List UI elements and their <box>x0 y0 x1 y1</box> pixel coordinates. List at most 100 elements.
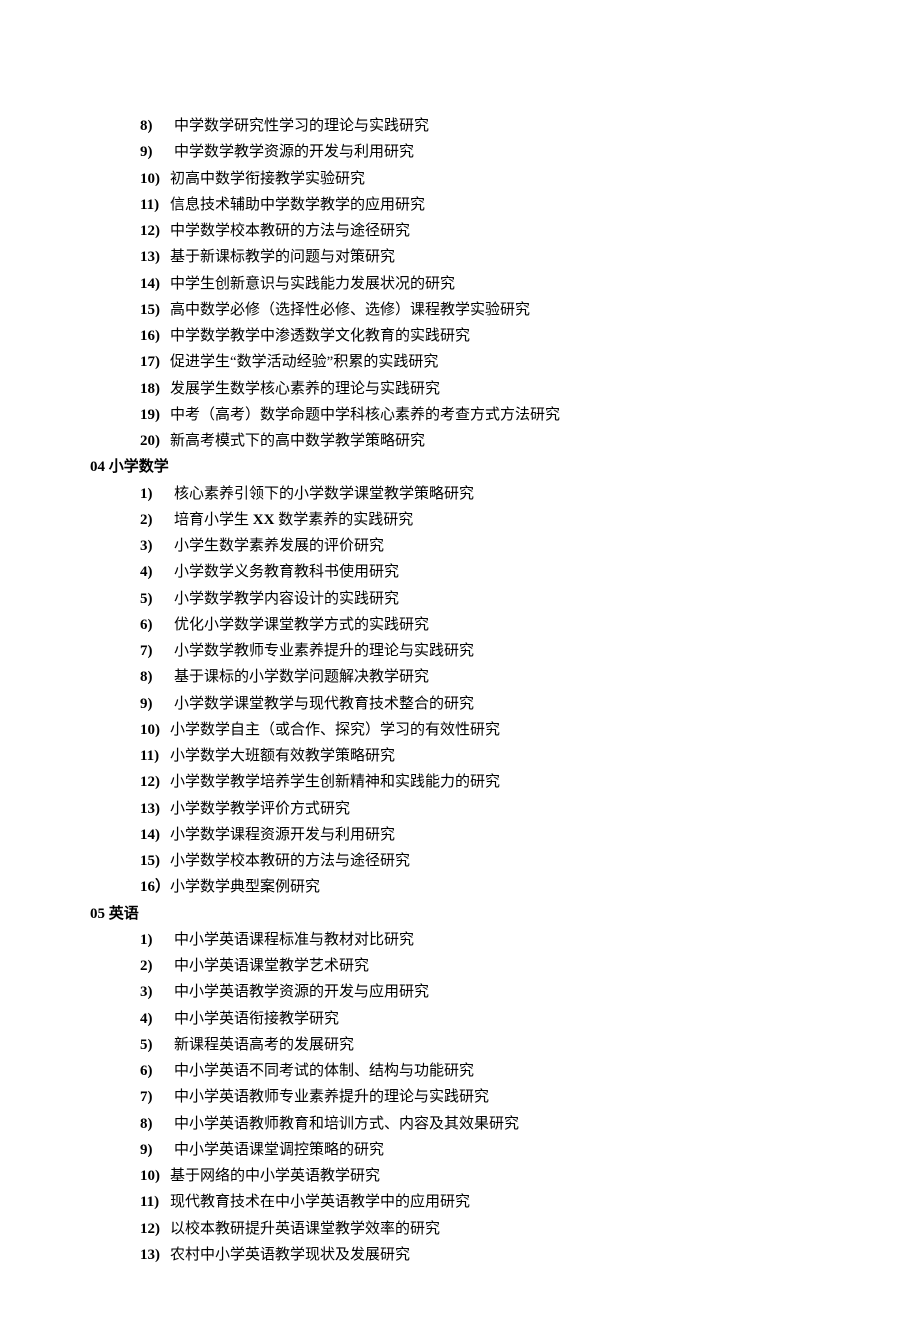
list-item: 14)中学生创新意识与实践能力发展状况的研究 <box>140 271 830 297</box>
list-item: 4)中小学英语衔接教学研究 <box>140 1006 830 1032</box>
list-item: 11)现代教育技术在中小学英语教学中的应用研究 <box>140 1189 830 1215</box>
item-text: 中学数学校本教研的方法与途径研究 <box>170 218 830 244</box>
item-text: 核心素养引领下的小学数学课堂教学策略研究 <box>174 481 830 507</box>
list-item: 7)中小学英语教师专业素养提升的理论与实践研究 <box>140 1084 830 1110</box>
list-item: 14)小学数学课程资源开发与利用研究 <box>140 822 830 848</box>
list-item: 12)中学数学校本教研的方法与途径研究 <box>140 218 830 244</box>
item-number: 6) <box>140 1058 174 1084</box>
item-number: 14) <box>140 822 170 848</box>
item-text: 信息技术辅助中学数学教学的应用研究 <box>170 192 830 218</box>
item-number: 4) <box>140 1006 174 1032</box>
list-item: 10)基于网络的中小学英语教学研究 <box>140 1163 830 1189</box>
item-text: 中小学英语教师专业素养提升的理论与实践研究 <box>174 1084 830 1110</box>
list-item: 12)小学数学教学培养学生创新精神和实践能力的研究 <box>140 769 830 795</box>
list-item: 6)优化小学数学课堂教学方式的实践研究 <box>140 612 830 638</box>
item-text: 中小学英语教学资源的开发与应用研究 <box>174 979 830 1005</box>
item-number: 1) <box>140 927 174 953</box>
item-number: 5) <box>140 586 174 612</box>
item-number: 13) <box>140 1242 170 1268</box>
item-number: 15) <box>140 297 170 323</box>
list-item: 10)初高中数学衔接教学实验研究 <box>140 166 830 192</box>
list-item: 16）小学数学典型案例研究 <box>140 874 830 900</box>
item-number: 7) <box>140 1084 174 1110</box>
item-text: 发展学生数学核心素养的理论与实践研究 <box>170 376 830 402</box>
item-number: 15) <box>140 848 170 874</box>
item-text: 小学数学自主（或合作、探究）学习的有效性研究 <box>170 717 830 743</box>
item-text: 初高中数学衔接教学实验研究 <box>170 166 830 192</box>
item-number: 2) <box>140 507 174 533</box>
item-number: 5) <box>140 1032 174 1058</box>
item-number: 14) <box>140 271 170 297</box>
item-number: 6) <box>140 612 174 638</box>
item-number: 7) <box>140 638 174 664</box>
item-text: 中小学英语课堂调控策略的研究 <box>174 1137 830 1163</box>
list-item: 9)小学数学课堂教学与现代教育技术整合的研究 <box>140 691 830 717</box>
item-text: 基于课标的小学数学问题解决教学研究 <box>174 664 830 690</box>
list-item: 1)中小学英语课程标准与教材对比研究 <box>140 927 830 953</box>
list-item: 18)发展学生数学核心素养的理论与实践研究 <box>140 376 830 402</box>
item-text: 培育小学生 XX 数学素养的实践研究 <box>174 507 830 533</box>
item-number: 11) <box>140 192 170 218</box>
list-item: 6)中小学英语不同考试的体制、结构与功能研究 <box>140 1058 830 1084</box>
item-text: 小学数学教学内容设计的实践研究 <box>174 586 830 612</box>
item-number: 1) <box>140 481 174 507</box>
item-text: 小学数学教学培养学生创新精神和实践能力的研究 <box>170 769 830 795</box>
item-text: 中小学英语课堂教学艺术研究 <box>174 953 830 979</box>
item-text: 小学数学教学评价方式研究 <box>170 796 830 822</box>
list-item: 9)中小学英语课堂调控策略的研究 <box>140 1137 830 1163</box>
item-text: 小学数学教师专业素养提升的理论与实践研究 <box>174 638 830 664</box>
item-number: 12) <box>140 218 170 244</box>
list-item: 20)新高考模式下的高中数学教学策略研究 <box>140 428 830 454</box>
list-item: 12)以校本教研提升英语课堂教学效率的研究 <box>140 1216 830 1242</box>
list-item: 2)中小学英语课堂教学艺术研究 <box>140 953 830 979</box>
list-item: 13)农村中小学英语教学现状及发展研究 <box>140 1242 830 1268</box>
item-number: 11) <box>140 743 170 769</box>
list-item: 2)培育小学生 XX 数学素养的实践研究 <box>140 507 830 533</box>
item-text: 中学数学教学中渗透数学文化教育的实践研究 <box>170 323 830 349</box>
item-number: 4) <box>140 559 174 585</box>
text-xx: XX <box>253 512 275 528</box>
item-text: 小学数学大班额有效教学策略研究 <box>170 743 830 769</box>
item-number: 16) <box>140 323 170 349</box>
item-number: 16） <box>140 874 170 900</box>
item-number: 19) <box>140 402 170 428</box>
item-text: 小学数学课程资源开发与利用研究 <box>170 822 830 848</box>
list-item: 13)基于新课标教学的问题与对策研究 <box>140 244 830 270</box>
item-text: 小学数学义务教育教科书使用研究 <box>174 559 830 585</box>
list-item: 8)中小学英语教师教育和培训方式、内容及其效果研究 <box>140 1111 830 1137</box>
item-number: 12) <box>140 769 170 795</box>
text-part: 培育小学生 <box>174 512 253 528</box>
item-number: 13) <box>140 244 170 270</box>
list-item: 8)中学数学研究性学习的理论与实践研究 <box>140 113 830 139</box>
list-item: 5)小学数学教学内容设计的实践研究 <box>140 586 830 612</box>
list-item: 9)中学数学教学资源的开发与利用研究 <box>140 139 830 165</box>
item-text: 中学生创新意识与实践能力发展状况的研究 <box>170 271 830 297</box>
item-text: 小学数学典型案例研究 <box>170 874 830 900</box>
list-item: 16)中学数学教学中渗透数学文化教育的实践研究 <box>140 323 830 349</box>
list-item: 7)小学数学教师专业素养提升的理论与实践研究 <box>140 638 830 664</box>
item-number: 10) <box>140 166 170 192</box>
item-text: 中学数学研究性学习的理论与实践研究 <box>174 113 830 139</box>
item-text: 小学数学课堂教学与现代教育技术整合的研究 <box>174 691 830 717</box>
list-item: 3)中小学英语教学资源的开发与应用研究 <box>140 979 830 1005</box>
item-number: 3) <box>140 979 174 1005</box>
item-number: 8) <box>140 113 174 139</box>
item-text: 中小学英语不同考试的体制、结构与功能研究 <box>174 1058 830 1084</box>
item-text: 中小学英语教师教育和培训方式、内容及其效果研究 <box>174 1111 830 1137</box>
item-number: 2) <box>140 953 174 979</box>
item-number: 9) <box>140 1137 174 1163</box>
item-text: 小学数学校本教研的方法与途径研究 <box>170 848 830 874</box>
list-item: 15)高中数学必修（选择性必修、选修）课程教学实验研究 <box>140 297 830 323</box>
list-item: 15)小学数学校本教研的方法与途径研究 <box>140 848 830 874</box>
item-number: 20) <box>140 428 170 454</box>
text-part: 数学素养的实践研究 <box>274 512 413 528</box>
item-number: 8) <box>140 664 174 690</box>
item-text: 优化小学数学课堂教学方式的实践研究 <box>174 612 830 638</box>
item-text: 以校本教研提升英语课堂教学效率的研究 <box>170 1216 830 1242</box>
item-number: 10) <box>140 717 170 743</box>
item-number: 10) <box>140 1163 170 1189</box>
list-item: 10)小学数学自主（或合作、探究）学习的有效性研究 <box>140 717 830 743</box>
item-text: 基于新课标教学的问题与对策研究 <box>170 244 830 270</box>
item-number: 11) <box>140 1189 170 1215</box>
item-text: 新课程英语高考的发展研究 <box>174 1032 830 1058</box>
